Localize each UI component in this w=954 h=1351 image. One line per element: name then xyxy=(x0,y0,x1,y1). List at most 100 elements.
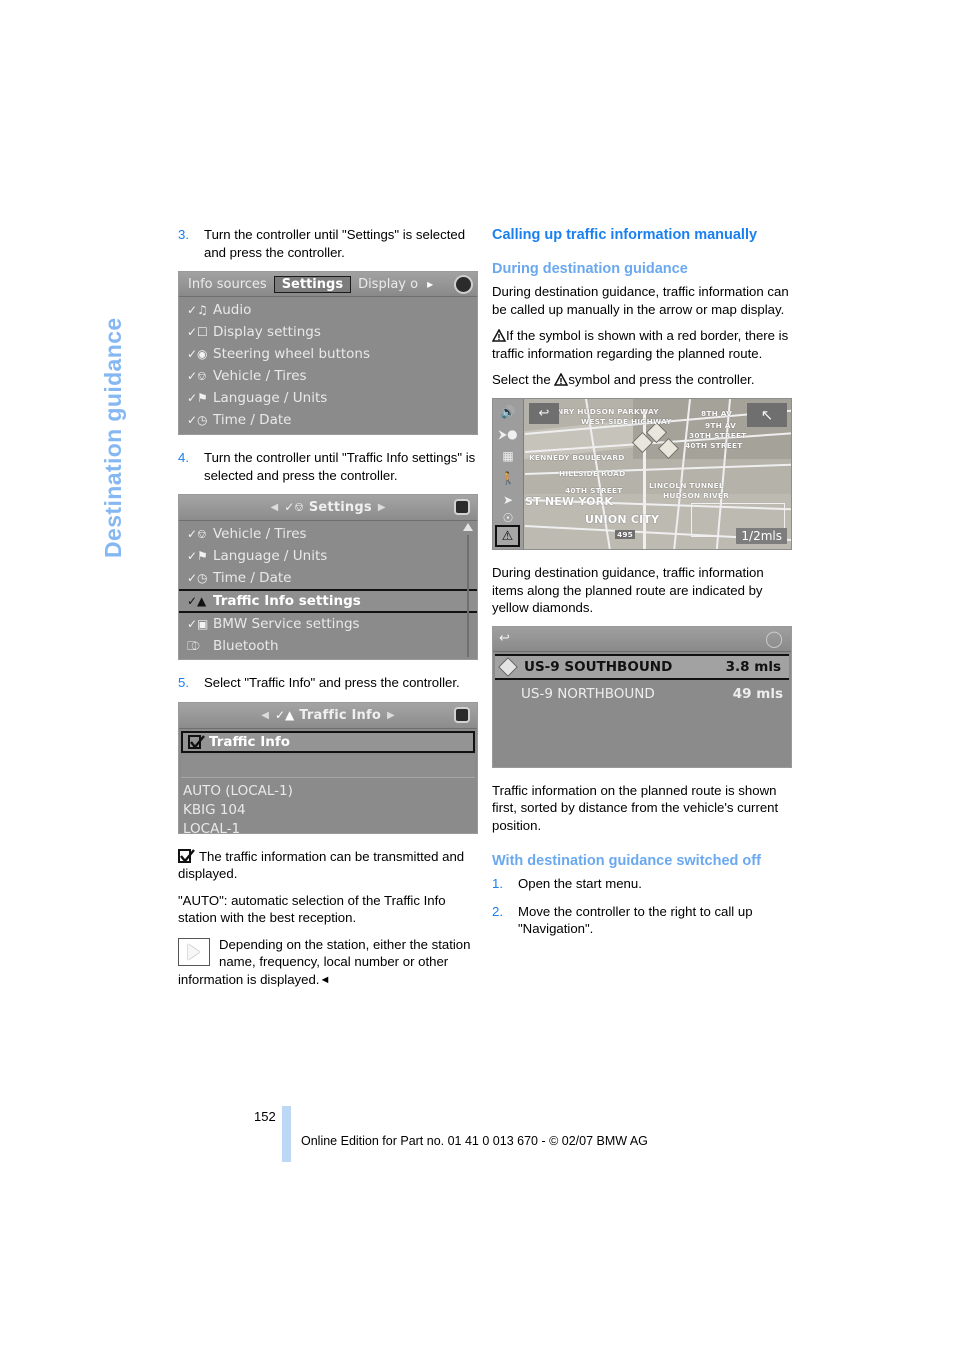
end-mark: ◄ xyxy=(319,974,331,987)
chevron-right-icon[interactable]: ▶ xyxy=(387,710,395,721)
menu-item-vehicle-tires[interactable]: ✓⎊ Vehicle / Tires xyxy=(179,523,477,545)
menu-item-label: BMW Service settings xyxy=(213,616,360,633)
traffic-info-screenshot: ◀ ✓▲ Traffic Info ▶ Traffic Info AUTO (L… xyxy=(178,701,478,834)
menu-item-time-date[interactable]: ✓◷ Time / Date xyxy=(179,409,477,431)
controller-icon xyxy=(453,706,472,724)
menu-item-label: Time / Date xyxy=(213,570,292,587)
note-traffic-transmitted: The traffic information can be transmitt… xyxy=(178,848,478,883)
list-item[interactable]: LOCAL-1 xyxy=(183,820,477,833)
traffic-info-toggle-row[interactable]: Traffic Info xyxy=(181,730,475,753)
pedestrian-icon[interactable]: 🚶 xyxy=(497,469,519,487)
map-route-shield: 495 xyxy=(615,529,636,539)
paragraph-sorted-by-distance: Traffic information on the planned route… xyxy=(492,782,779,833)
note-depending-on-station: Depending on the station, either the sta… xyxy=(178,936,478,989)
settings-menu-list: ✓♫ Audio ✓☐ Display settings ✓◉ Steering… xyxy=(179,297,477,434)
chevron-left-icon[interactable]: ◀ xyxy=(270,502,278,513)
menu-item-time-date[interactable]: ✓◷ Time / Date xyxy=(179,567,477,589)
menu-item-label: Language / Units xyxy=(213,548,328,565)
traffic-warning-check-icon: ✓▲ xyxy=(187,594,207,609)
map-view-icon[interactable]: ▦ xyxy=(497,447,519,465)
step-4: 4. Turn the controller until "Traffic In… xyxy=(178,449,478,484)
step-4-text: Turn the controller until "Traffic Info … xyxy=(204,450,476,483)
headbar-title: Settings xyxy=(308,500,372,516)
scrollbar[interactable] xyxy=(462,523,474,658)
arrow-split-icon[interactable]: ⮞● xyxy=(497,425,519,443)
navigation-arrow-icon[interactable]: ➤ xyxy=(497,491,519,509)
menu-item-bluetooth[interactable]: ⎄ Bluetooth xyxy=(179,635,477,657)
idrive-headbar: ◀ ✓⎊ Settings ▶ xyxy=(179,495,477,522)
manual-page: Destination guidance 3. Turn the control… xyxy=(0,0,954,1351)
menu-item-language-units[interactable]: ✓⚑ Language / Units xyxy=(179,387,477,409)
menu-item-bmw-service-settings[interactable]: ✓▣ BMW Service settings xyxy=(179,613,477,635)
traffic-list-header: ↩ ◯ xyxy=(493,626,791,652)
chevron-right-icon[interactable]: ▶ xyxy=(378,502,386,513)
chevron-right-icon[interactable]: ▸ xyxy=(427,277,433,291)
page-number: 152 xyxy=(254,1109,276,1124)
step-2-number: 2. xyxy=(492,903,503,919)
traffic-list-screenshot: ↩ ◯ US-9 SOUTHBOUND 3.8 mls US-9 NORTHBO… xyxy=(492,625,792,768)
subsection-heading-guidance-off: With destination guidance switched off xyxy=(492,853,761,870)
section-heading: Calling up traffic information manually xyxy=(492,227,758,243)
traffic-warning-icon[interactable]: ⚠ xyxy=(495,524,520,547)
step-3: 3. Turn the controller until "Settings" … xyxy=(178,226,478,261)
menu-item-label: Language / Units xyxy=(213,390,328,407)
return-arrow-icon[interactable]: ↩ xyxy=(529,402,559,424)
menu-item-label: Audio xyxy=(213,302,252,319)
traffic-item-name: US-9 SOUTHBOUND xyxy=(524,658,673,675)
tab-display[interactable]: Display o xyxy=(351,276,425,293)
subsection-heading-during-guidance: During destination guidance xyxy=(492,261,688,278)
tab-info-sources[interactable]: Info sources xyxy=(181,276,274,293)
traffic-diamond-icon xyxy=(498,656,518,677)
list-item[interactable]: AUTO (LOCAL-1) xyxy=(183,782,477,801)
footer-accent-bar xyxy=(282,1106,291,1162)
list-item[interactable]: KBIG 104 xyxy=(183,801,477,820)
traffic-warning-icon xyxy=(492,329,506,343)
menu-item-label: Display settings xyxy=(213,324,321,341)
note-auto-selection: "AUTO": automatic selection of the Traff… xyxy=(178,892,446,926)
settings-submenu-screenshot: ◀ ✓⎊ Settings ▶ ✓⎊ Vehicle / Tires ✓⚑ La… xyxy=(178,494,478,661)
paragraph-text: If the symbol is shown with a red border… xyxy=(492,328,789,361)
menu-item-label: Vehicle / Tires xyxy=(213,526,307,543)
scroll-up-arrow-icon[interactable] xyxy=(463,523,473,532)
map-label: WEST SIDE HIGHWAY xyxy=(581,416,672,426)
map-label: ST NEW YORK xyxy=(525,494,614,508)
menu-item-language-units[interactable]: ✓⚑ Language / Units xyxy=(179,545,477,567)
step-2: 2. Move the controller to the right to c… xyxy=(492,903,792,938)
map-label: 8TH AV xyxy=(701,408,733,418)
bluetooth-icon: ⎄ xyxy=(187,639,200,654)
menu-item-traffic-info-settings[interactable]: ✓▲ Traffic Info settings xyxy=(179,589,477,614)
menu-item-vehicle-tires[interactable]: ✓⎊ Vehicle / Tires xyxy=(179,365,477,387)
menu-item-steering-wheel-buttons[interactable]: ✓◉ Steering wheel buttons xyxy=(179,343,477,365)
table-row[interactable]: US-9 SOUTHBOUND 3.8 mls xyxy=(495,653,789,680)
speaker-icon[interactable]: 🔊 xyxy=(497,403,519,421)
controller-icon xyxy=(453,498,472,516)
footer-text: Online Edition for Part no. 01 41 0 013 … xyxy=(301,1134,648,1148)
chapter-title: Destination guidance xyxy=(100,317,126,558)
controller-icon xyxy=(454,275,475,294)
map-label: LINCOLN TUNNEL xyxy=(649,480,724,490)
chevron-left-icon[interactable]: ◀ xyxy=(261,710,269,721)
settings-tabs-screenshot: Info sources Settings Display o ▸ ✓♫ Aud… xyxy=(178,271,478,436)
tab-settings[interactable]: Settings xyxy=(273,275,352,293)
map-label: 30TH STREET xyxy=(689,430,747,440)
clock-check-icon: ✓◷ xyxy=(187,413,208,428)
paragraph-select-symbol: Select the symbol and press the controll… xyxy=(492,371,792,389)
traffic-item-name: US-9 NORTHBOUND xyxy=(521,685,655,702)
menu-item-audio[interactable]: ✓♫ Audio xyxy=(179,299,477,321)
controller-icon: ◯ xyxy=(765,628,783,648)
table-row[interactable]: US-9 NORTHBOUND 49 mls xyxy=(493,682,791,706)
note-text: The traffic information can be transmitt… xyxy=(178,848,465,882)
return-arrow-icon[interactable]: ↩ xyxy=(499,631,510,646)
audio-check-icon: ✓♫ xyxy=(187,303,208,318)
turn-arrow-icon: ↖ xyxy=(747,402,787,427)
step-3-text: Turn the controller until "Settings" is … xyxy=(204,227,466,260)
menu-item-label: Bluetooth xyxy=(213,638,279,655)
menu-item-label: Vehicle / Tires xyxy=(213,368,307,385)
station-list: AUTO (LOCAL-1) KBIG 104 LOCAL-1 xyxy=(179,778,477,833)
empty-row xyxy=(181,754,475,778)
menu-item-label: Steering wheel buttons xyxy=(213,346,371,363)
traffic-info-toggle-label: Traffic Info xyxy=(209,733,291,750)
language-check-icon: ✓⚑ xyxy=(187,391,208,406)
map-label: 9TH AV xyxy=(705,420,737,430)
menu-item-display-settings[interactable]: ✓☐ Display settings xyxy=(179,321,477,343)
